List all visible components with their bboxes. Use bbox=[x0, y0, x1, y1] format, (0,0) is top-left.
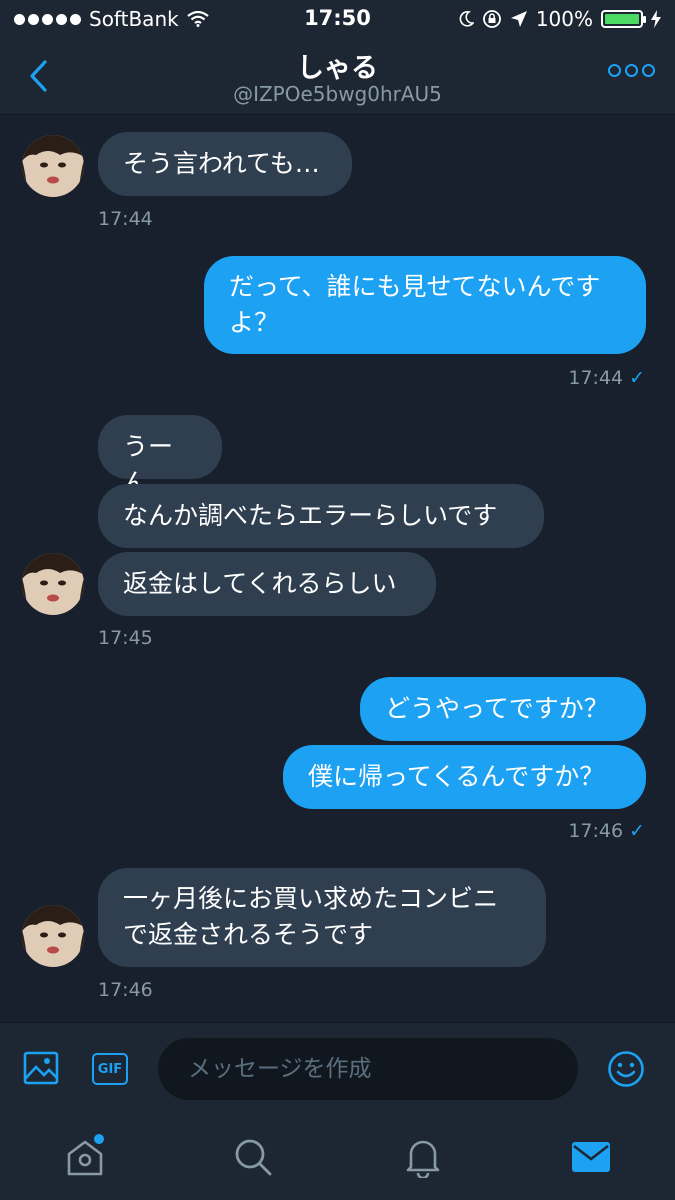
more-dot bbox=[642, 64, 655, 77]
message-bubble-incoming[interactable]: 一ヶ月後にお買い求めたコンビニで返金されるそうです bbox=[98, 868, 546, 967]
timestamp-text: 17:44 bbox=[568, 367, 624, 389]
avatar[interactable] bbox=[22, 553, 84, 615]
image-icon bbox=[23, 1051, 59, 1085]
tab-bar bbox=[0, 1114, 675, 1200]
read-check-icon: ✓ bbox=[629, 367, 645, 389]
conversation-header: しゃる @IZPOe5bwg0hrAU5 bbox=[0, 40, 675, 115]
notification-dot bbox=[94, 1134, 104, 1144]
message-bubble-incoming[interactable]: うーん bbox=[98, 415, 222, 497]
status-bar: SoftBank 17:50 100% bbox=[0, 0, 675, 40]
message-timestamp: 17:45 bbox=[98, 627, 153, 649]
more-button[interactable] bbox=[608, 64, 655, 77]
message-timestamp-read: 17:46 ✓ bbox=[568, 820, 645, 842]
message-bubble-incoming[interactable]: そう言われても… bbox=[98, 132, 352, 196]
message-timestamp: 17:44 bbox=[98, 208, 153, 230]
contact-handle: @IZPOe5bwg0hrAU5 bbox=[233, 82, 442, 106]
message-input[interactable] bbox=[158, 1038, 578, 1100]
smiley-icon bbox=[608, 1051, 644, 1087]
moon-icon bbox=[459, 11, 474, 27]
more-dots-icon bbox=[608, 64, 621, 77]
read-check-icon: ✓ bbox=[629, 820, 645, 842]
search-icon bbox=[235, 1139, 272, 1176]
location-arrow-icon bbox=[510, 11, 527, 27]
message-bubble-incoming[interactable]: なんか調べたらエラーらしいです bbox=[98, 484, 544, 548]
avatar[interactable] bbox=[22, 905, 84, 967]
tab-search[interactable] bbox=[228, 1132, 278, 1182]
tab-messages[interactable] bbox=[566, 1132, 616, 1182]
message-composer: GIF bbox=[0, 1022, 675, 1115]
charging-bolt-icon bbox=[651, 10, 661, 28]
avatar[interactable] bbox=[22, 135, 84, 197]
rotation-lock-icon bbox=[482, 10, 501, 28]
message-bubble-incoming[interactable]: 返金はしてくれるらしい bbox=[98, 552, 436, 616]
battery-icon bbox=[601, 10, 646, 28]
message-bubble-outgoing[interactable]: だって、誰にも見せてないんですよ？ bbox=[204, 256, 646, 354]
contact-name[interactable]: しゃる bbox=[0, 46, 675, 85]
emoji-button[interactable] bbox=[606, 1049, 646, 1089]
image-button[interactable] bbox=[22, 1049, 60, 1087]
message-list[interactable]: そう言われても… 17:44 だって、誰にも見せてないんですよ？ 17:44 ✓ … bbox=[0, 115, 675, 1021]
message-bubble-outgoing[interactable]: 僕に帰ってくるんですか？ bbox=[283, 745, 646, 809]
message-timestamp: 17:46 bbox=[98, 979, 153, 1001]
timestamp-text: 17:46 bbox=[568, 820, 624, 842]
gif-button[interactable]: GIF bbox=[92, 1053, 128, 1085]
status-icons: 100% bbox=[458, 7, 661, 31]
more-dot bbox=[625, 64, 638, 77]
mail-icon bbox=[572, 1142, 610, 1172]
tab-home[interactable] bbox=[60, 1132, 110, 1182]
tab-notifications[interactable] bbox=[398, 1132, 448, 1182]
message-bubble-outgoing[interactable]: どうやってですか？ bbox=[360, 677, 646, 741]
bell-icon bbox=[406, 1140, 440, 1178]
message-timestamp-read: 17:44 ✓ bbox=[568, 367, 645, 389]
battery-percent: 100% bbox=[535, 7, 593, 31]
